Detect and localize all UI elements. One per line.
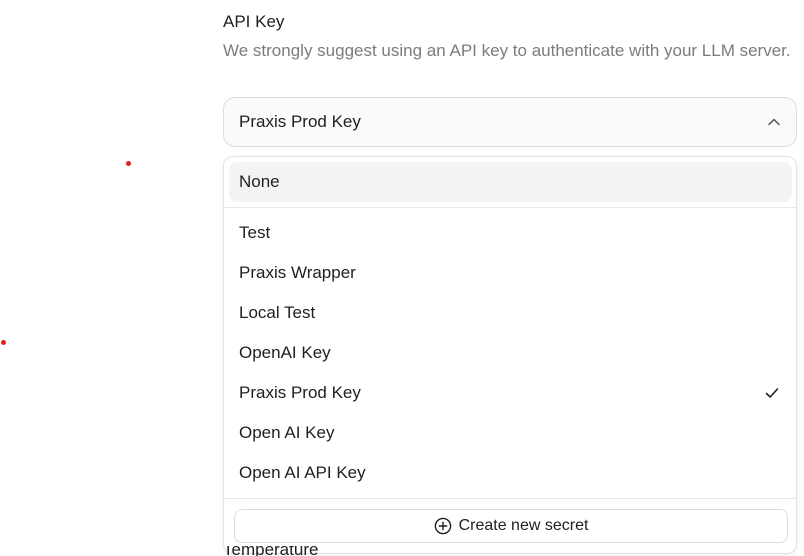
option-label: Open AI API Key <box>239 463 366 482</box>
option-item[interactable]: Test <box>224 213 796 253</box>
option-label: Praxis Prod Key <box>239 383 361 402</box>
marker-dot <box>1 340 6 345</box>
api-key-dropdown: None Test Praxis Wrapper Local Test OpenAI … <box>223 156 797 554</box>
api-key-settings: API Key We strongly suggest using an API… <box>0 0 804 556</box>
option-item[interactable]: Local Test <box>224 293 796 333</box>
create-new-secret-label: Create new secret <box>458 517 589 534</box>
option-label: OpenAI Key <box>239 343 331 362</box>
options-list: Test Praxis Wrapper Local Test OpenAI Key Pr… <box>224 213 796 493</box>
chevron-up-icon <box>767 115 781 129</box>
option-item[interactable]: Praxis Prod Key <box>224 373 796 413</box>
check-icon <box>764 385 780 401</box>
option-label: Open AI Key <box>239 423 335 442</box>
option-label: Test <box>239 223 271 242</box>
plus-circle-icon <box>434 517 452 535</box>
option-label: Praxis Wrapper <box>239 263 356 282</box>
option-label: Local Test <box>239 303 316 322</box>
option-item[interactable]: OpenAI Key <box>224 333 796 373</box>
create-new-secret-button[interactable]: Create new secret <box>234 509 788 543</box>
option-item[interactable]: Praxis Wrapper <box>224 253 796 293</box>
partial-field-label: Temperature <box>223 546 343 556</box>
partial-field-text: Temperature <box>223 546 319 556</box>
option-item[interactable]: Open AI API Key <box>224 453 796 493</box>
api-key-help-text: We strongly suggest using an API key to … <box>223 41 791 60</box>
marker-dot <box>126 161 131 166</box>
option-none[interactable]: None <box>229 162 792 202</box>
api-key-select[interactable]: Praxis Prod Key <box>223 97 797 147</box>
api-key-label: API Key <box>223 12 285 31</box>
divider <box>224 498 796 499</box>
divider <box>224 207 796 208</box>
option-item[interactable]: Open AI Key <box>224 413 796 453</box>
api-key-selected-value: Praxis Prod Key <box>239 112 361 131</box>
